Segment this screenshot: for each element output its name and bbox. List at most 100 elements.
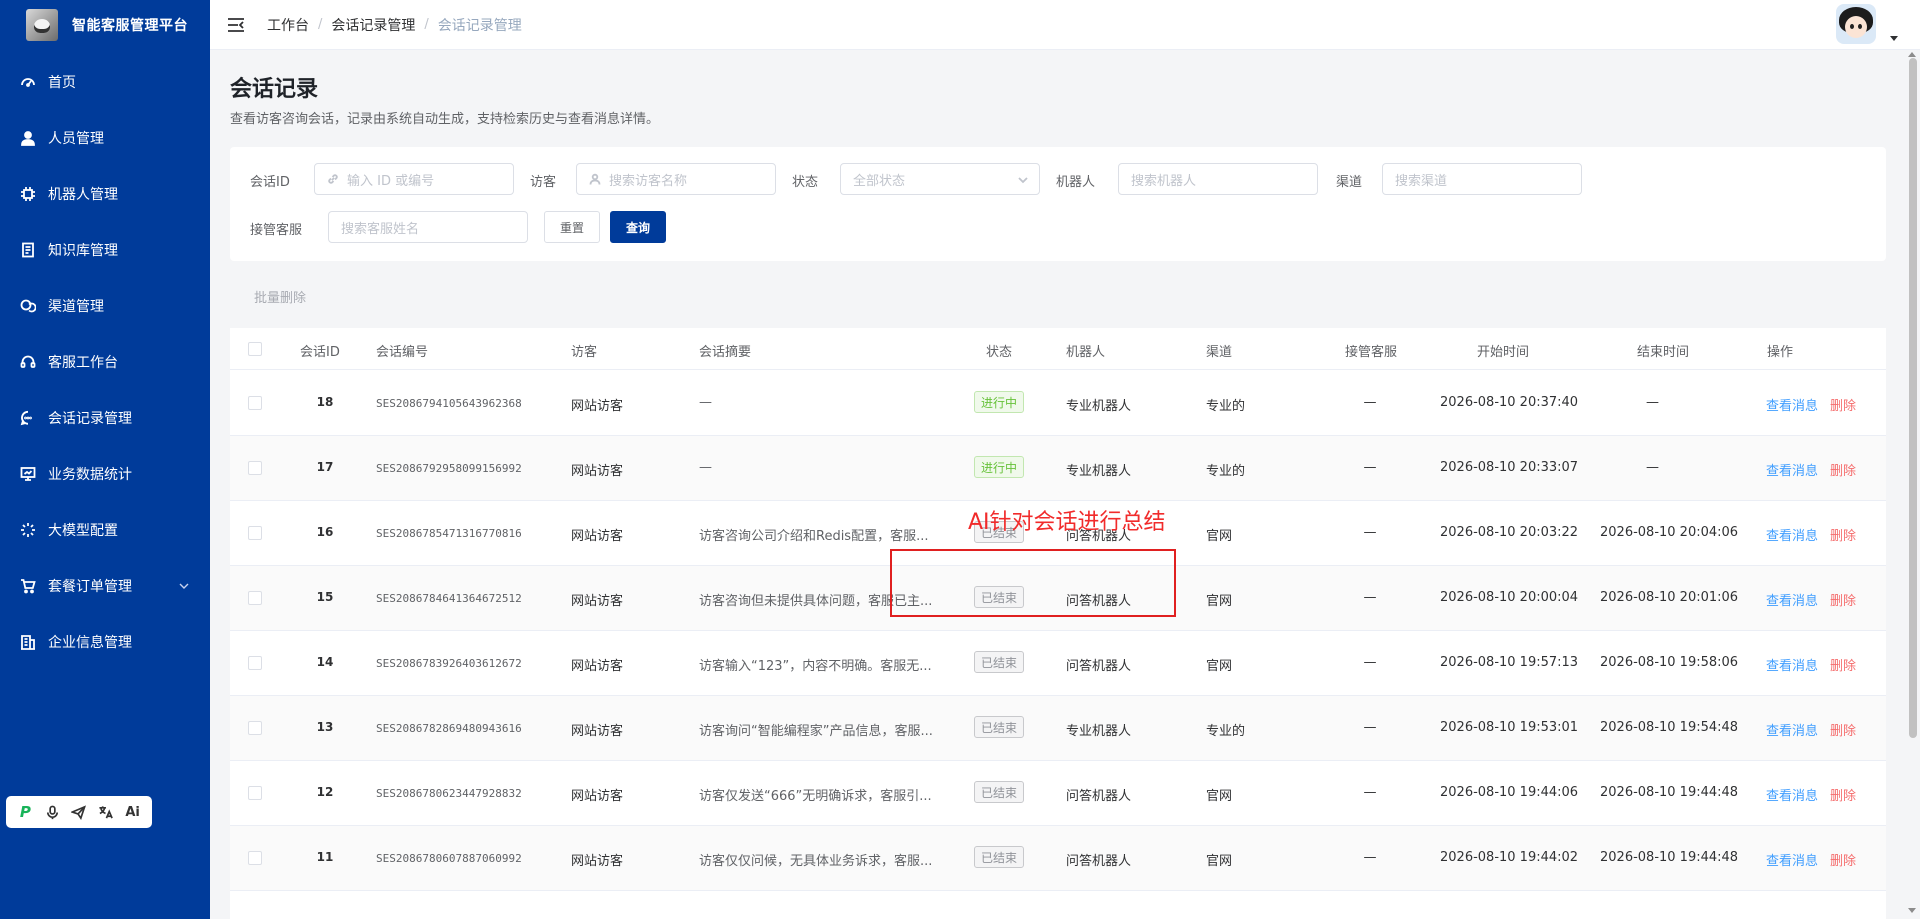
sidebar-item-robots[interactable]: 机器人管理 [0, 166, 210, 222]
main-content: 会话记录 查看访客咨询会话，记录由系统自动生成，支持检索历史与查看消息详情。 会… [210, 51, 1900, 919]
cell-summary: 访客咨询公司介绍和Redis配置，客服... [699, 529, 929, 544]
page-title: 会话记录 [230, 77, 319, 102]
microphone-icon[interactable] [42, 802, 62, 822]
sidebar-nav: 首页 人员管理 机器人管理 知识库管理 渠道管理 客服工作台 会话记录管理 业务… [0, 54, 210, 670]
cell-channel: 官网 [1206, 594, 1233, 609]
scrollbar-thumb[interactable] [1909, 58, 1917, 738]
user-avatar[interactable] [1836, 4, 1876, 44]
delete-link[interactable]: 删除 [1830, 655, 1856, 674]
robot-label: 机器人 [1056, 175, 1096, 190]
delete-link[interactable]: 删除 [1830, 785, 1856, 804]
row-checkbox[interactable] [248, 396, 262, 410]
channel-input[interactable]: 搜索渠道 [1382, 163, 1582, 195]
caret-down-icon[interactable] [1890, 30, 1898, 41]
sidebar-item-label: 知识库管理 [48, 243, 118, 259]
view-messages-link[interactable]: 查看消息 [1766, 395, 1818, 414]
breadcrumb-item-sessions[interactable]: 会话记录管理 [331, 15, 415, 35]
send-icon[interactable] [69, 802, 89, 822]
sidebar-item-sessions[interactable]: 会话记录管理 [0, 390, 210, 446]
cell-summary: 访客输入“123”，内容不明确。客服无... [699, 659, 932, 674]
sidebar-item-home[interactable]: 首页 [0, 54, 210, 110]
status-tag: 已结束 [974, 716, 1025, 738]
book-icon [22, 242, 34, 258]
scroll-up-arrow[interactable] [1908, 52, 1916, 57]
sidebar-item-channels[interactable]: 渠道管理 [0, 278, 210, 334]
breadcrumb-item-workbench[interactable]: 工作台 [267, 15, 309, 35]
cell-end-time: — [1646, 395, 1659, 410]
brand-p-icon[interactable]: P [15, 802, 35, 822]
visitor-input[interactable]: 搜索访客名称 [576, 163, 776, 195]
row-checkbox[interactable] [248, 721, 262, 735]
cell-start-time: 2026-08-10 20:03:22 [1440, 525, 1579, 540]
row-checkbox[interactable] [248, 591, 262, 605]
translate-icon[interactable] [96, 802, 116, 822]
view-messages-link[interactable]: 查看消息 [1766, 785, 1818, 804]
table-row[interactable]: 14 SES2086783926403612672 网站访客 访客输入“123”，内容… [230, 631, 1886, 696]
agent-input[interactable]: 搜索客服姓名 [328, 211, 528, 243]
cell-end-time: 2026-08-10 19:58:06 [1600, 655, 1739, 670]
batch-delete-button[interactable]: 批量删除 [254, 287, 306, 306]
view-messages-link[interactable]: 查看消息 [1766, 850, 1818, 869]
sparkle-icon [21, 523, 35, 537]
table-row[interactable]: 11 SES2086780607887060992 网站访客 访客仅仅问候，无具体业务… [230, 826, 1886, 891]
view-messages-link[interactable]: 查看消息 [1766, 590, 1818, 609]
view-messages-link[interactable]: 查看消息 [1766, 460, 1818, 479]
user-icon [21, 131, 35, 146]
table-row[interactable]: 12 SES2086780623447928832 网站访客 访客仅发送“666”无明… [230, 761, 1886, 826]
view-messages-link[interactable]: 查看消息 [1766, 720, 1818, 739]
cell-visitor: 网站访客 [571, 594, 624, 609]
cell-visitor: 网站访客 [571, 789, 624, 804]
delete-link[interactable]: 删除 [1830, 850, 1856, 869]
robot-input[interactable]: 搜索机器人 [1118, 163, 1318, 195]
status-select[interactable]: 全部状态 [840, 163, 1040, 195]
sidebar-item-statistics[interactable]: 业务数据统计 [0, 446, 210, 502]
cell-summary: 访客仅仅问候，无具体业务诉求，客服... [699, 854, 933, 869]
view-messages-link[interactable]: 查看消息 [1766, 655, 1818, 674]
sidebar-item-orders[interactable]: 套餐订单管理 [0, 558, 210, 614]
sidebar: 智能客服管理平台 首页 人员管理 机器人管理 知识库管理 渠道管理 客服工作台 [0, 0, 210, 919]
row-checkbox[interactable] [248, 526, 262, 540]
th-status: 状态 [986, 345, 1013, 360]
delete-link[interactable]: 删除 [1830, 395, 1856, 414]
row-checkbox[interactable] [248, 461, 262, 475]
delete-link[interactable]: 删除 [1830, 460, 1856, 479]
reset-button[interactable]: 重置 [544, 211, 600, 243]
menu-toggle-icon[interactable] [227, 16, 245, 34]
cell-session-id: 11 [316, 850, 334, 864]
ai-icon[interactable]: Ai [123, 802, 143, 822]
row-checkbox[interactable] [248, 656, 262, 670]
table-row[interactable]: 18 SES2086794105643962368 网站访客 — 进行中 专业机器人 专业的… [230, 371, 1886, 436]
table-row[interactable]: 13 SES2086782869480943616 网站访客 访客询问“智能编程家”产… [230, 696, 1886, 761]
sidebar-item-staff[interactable]: 人员管理 [0, 110, 210, 166]
agent-label: 接管客服 [250, 223, 303, 238]
select-all-checkbox[interactable] [248, 342, 262, 356]
cell-agent: — [1363, 785, 1377, 800]
floating-toolbox: P Ai [6, 796, 152, 828]
dashboard-icon [21, 78, 35, 87]
row-checkbox[interactable] [248, 786, 262, 800]
sidebar-item-enterprise[interactable]: 企业信息管理 [0, 614, 210, 670]
session-id-placeholder: 输入 ID 或编号 [347, 173, 435, 189]
cell-visitor: 网站访客 [571, 724, 624, 739]
status-tag: 已结束 [974, 781, 1025, 803]
cell-summary: — [699, 395, 712, 410]
view-messages-link[interactable]: 查看消息 [1766, 525, 1818, 544]
sidebar-item-label: 企业信息管理 [48, 635, 132, 651]
sidebar-item-knowledge[interactable]: 知识库管理 [0, 222, 210, 278]
sidebar-item-workbench[interactable]: 客服工作台 [0, 334, 210, 390]
scroll-down-arrow[interactable] [1908, 908, 1916, 913]
status-select-value: 全部状态 [853, 173, 906, 189]
status-label: 状态 [792, 175, 819, 190]
query-button[interactable]: 查询 [610, 211, 666, 243]
cell-agent: — [1363, 655, 1377, 670]
sessions-table: 会话ID 会话编号 访客 会话摘要 状态 机器人 渠道 接管客服 开始时间 结束… [230, 328, 1886, 919]
breadcrumb-separator: / [318, 17, 323, 32]
delete-link[interactable]: 删除 [1830, 525, 1856, 544]
row-checkbox[interactable] [248, 851, 262, 865]
sidebar-item-llm[interactable]: 大模型配置 [0, 502, 210, 558]
session-id-input[interactable]: 输入 ID 或编号 [314, 163, 514, 195]
table-row[interactable]: 17 SES2086792958099156992 网站访客 — 进行中 专业机器人 专业的… [230, 436, 1886, 501]
cell-start-time: 2026-08-10 20:33:07 [1440, 460, 1579, 475]
delete-link[interactable]: 删除 [1830, 720, 1856, 739]
delete-link[interactable]: 删除 [1830, 590, 1856, 609]
